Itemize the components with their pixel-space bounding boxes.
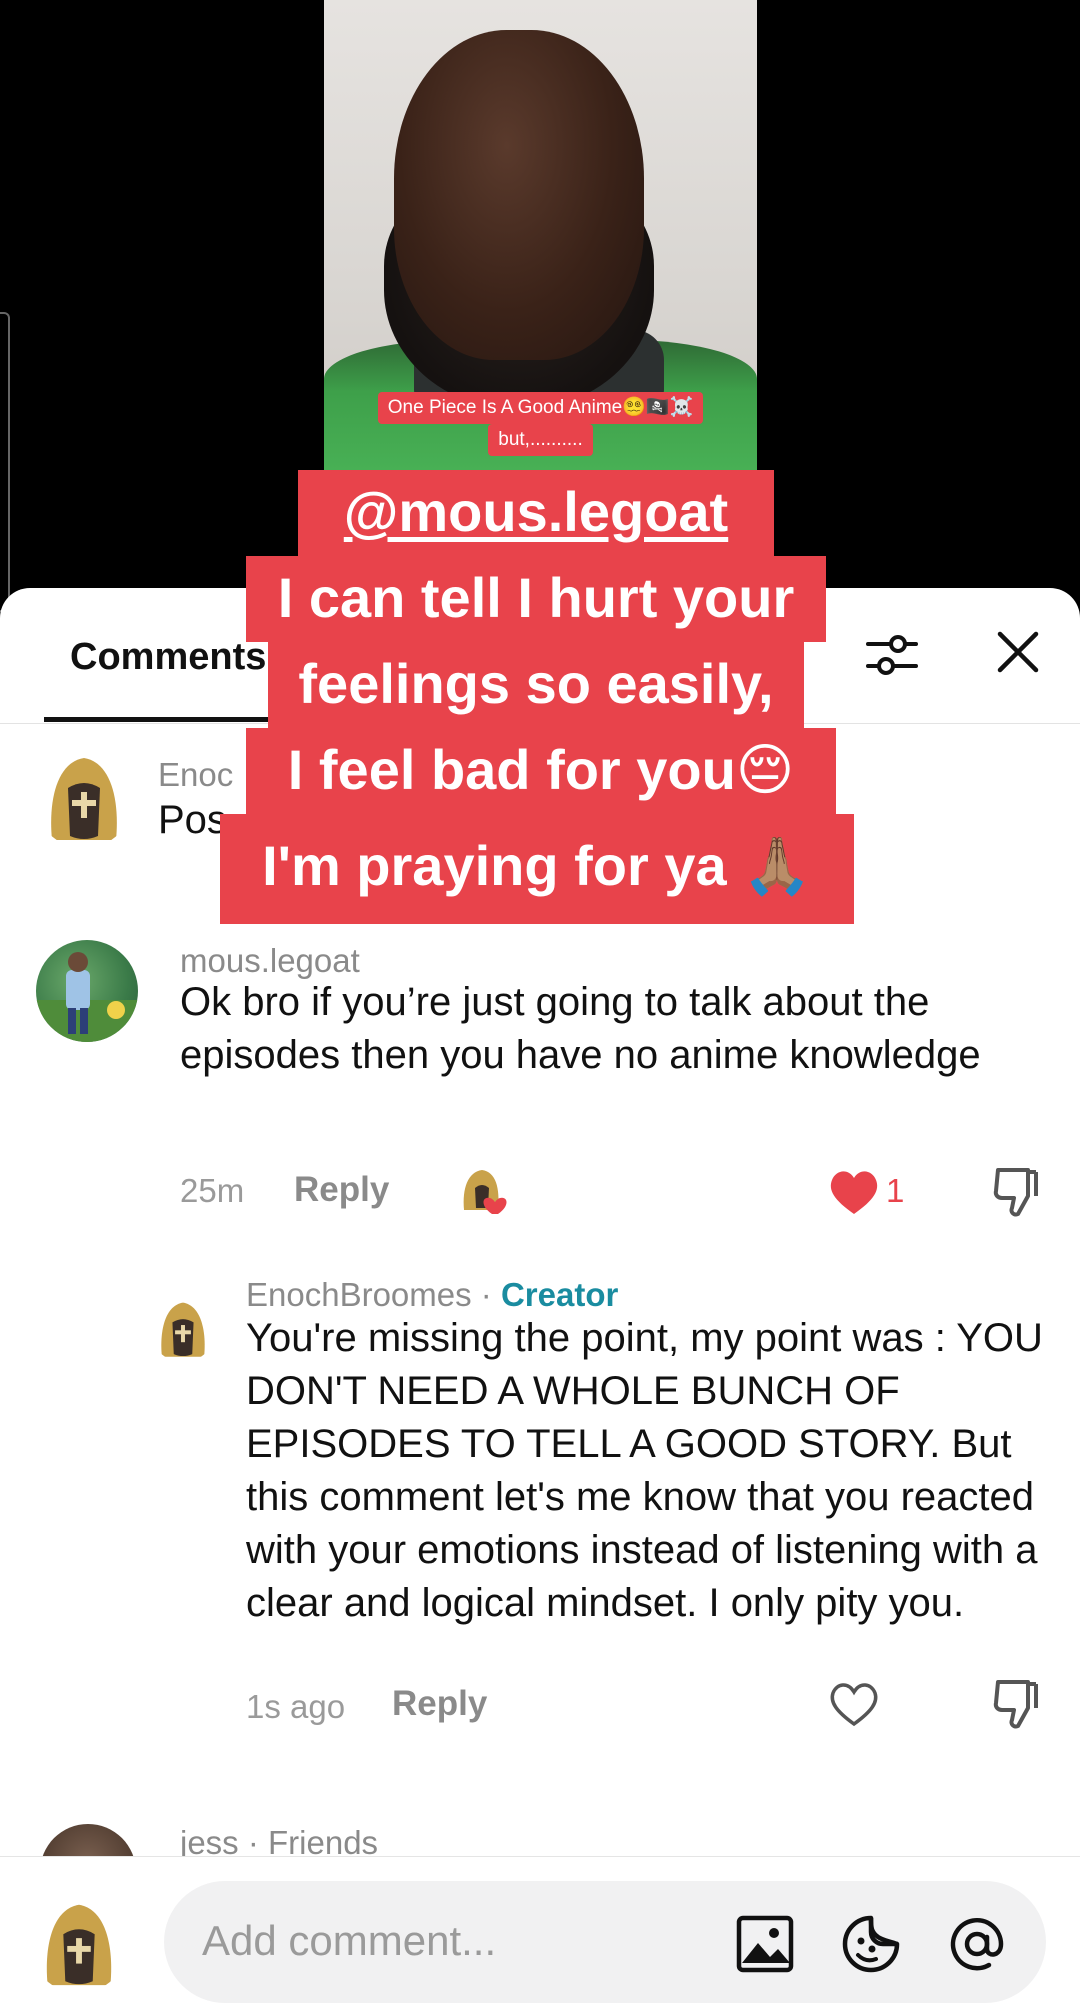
reply-item: EnochBroomes · Creator You're missing th… xyxy=(0,1276,1080,1756)
username-separator: · xyxy=(471,1276,501,1313)
dislike-icon[interactable] xyxy=(990,1676,1042,1732)
emoji-icon[interactable] xyxy=(840,1913,902,1975)
video-face xyxy=(394,30,644,360)
video-caption-line-1: One Piece Is A Good Anime😵‍💫🏴‍☠️☠️ xyxy=(354,392,727,424)
comment-item: mous.legoat Ok bro if you’re just going … xyxy=(0,940,1080,1250)
comment-timestamp: 25m xyxy=(180,1172,245,1209)
soccer-player-avatar-icon xyxy=(36,952,138,1042)
image-icon[interactable] xyxy=(734,1913,796,1975)
screen: One Piece Is A Good Anime😵‍💫🏴‍☠️☠️ but,.… xyxy=(0,0,1080,2008)
close-icon[interactable] xyxy=(990,624,1046,680)
tab-comments[interactable]: Comments xyxy=(70,636,266,679)
creator-badge: Creator xyxy=(500,1276,619,1313)
tab-underline xyxy=(44,717,284,722)
comment-text: Pos xyxy=(158,798,227,842)
knight-avatar-icon xyxy=(46,1904,112,1986)
comment-username[interactable]: mous.legoat xyxy=(180,942,360,980)
overlay-caption-line-4: I feel bad for you😔 xyxy=(246,728,836,814)
overlay-caption-line-5: I'm praying for ya 🙏🏽 xyxy=(220,814,854,924)
like-count: 1 xyxy=(886,1172,905,1209)
overlay-mention[interactable]: @mous.legoat xyxy=(344,480,728,543)
knight-avatar-icon xyxy=(161,1302,205,1357)
filter-sliders-icon[interactable] xyxy=(862,624,922,684)
mention-icon[interactable] xyxy=(946,1913,1008,1975)
heart-outline-icon[interactable] xyxy=(828,1680,880,1728)
knight-avatar-icon xyxy=(51,758,117,840)
creator-liked-icon xyxy=(463,1170,507,1214)
comment-username[interactable]: Enoc xyxy=(158,756,233,794)
comment-input-bar xyxy=(0,1856,1080,2008)
comment-text: Ok bro if you’re just going to talk abou… xyxy=(180,980,981,1077)
avatar[interactable] xyxy=(150,1296,216,1362)
reply-button[interactable]: Reply xyxy=(294,1170,389,1210)
overlay-caption-line-3: feelings so easily, xyxy=(268,642,804,728)
reply-text: You're missing the point, my point was :… xyxy=(246,1316,1043,1625)
reply-timestamp: 1s ago xyxy=(246,1688,346,1725)
dislike-icon[interactable] xyxy=(990,1164,1042,1220)
my-avatar[interactable] xyxy=(30,1895,128,1993)
overlay-caption-line-1: @mous.legoat xyxy=(298,470,774,556)
heart-filled-icon[interactable] xyxy=(828,1168,880,1216)
avatar[interactable] xyxy=(34,748,134,848)
video-player[interactable]: One Piece Is A Good Anime😵‍💫🏴‍☠️☠️ but,.… xyxy=(324,0,757,470)
comment-input[interactable] xyxy=(202,1911,722,1971)
avatar[interactable] xyxy=(36,940,138,1042)
comment-input-pill[interactable] xyxy=(164,1881,1046,2003)
overlay-caption-line-2: I can tell I hurt your xyxy=(246,556,826,642)
video-caption-line-2: but,.......... xyxy=(354,424,727,456)
edge-handle[interactable] xyxy=(0,312,10,612)
reply-username-text[interactable]: EnochBroomes xyxy=(246,1276,472,1313)
reply-username: EnochBroomes · Creator xyxy=(246,1276,618,1314)
reply-button[interactable]: Reply xyxy=(392,1684,487,1724)
